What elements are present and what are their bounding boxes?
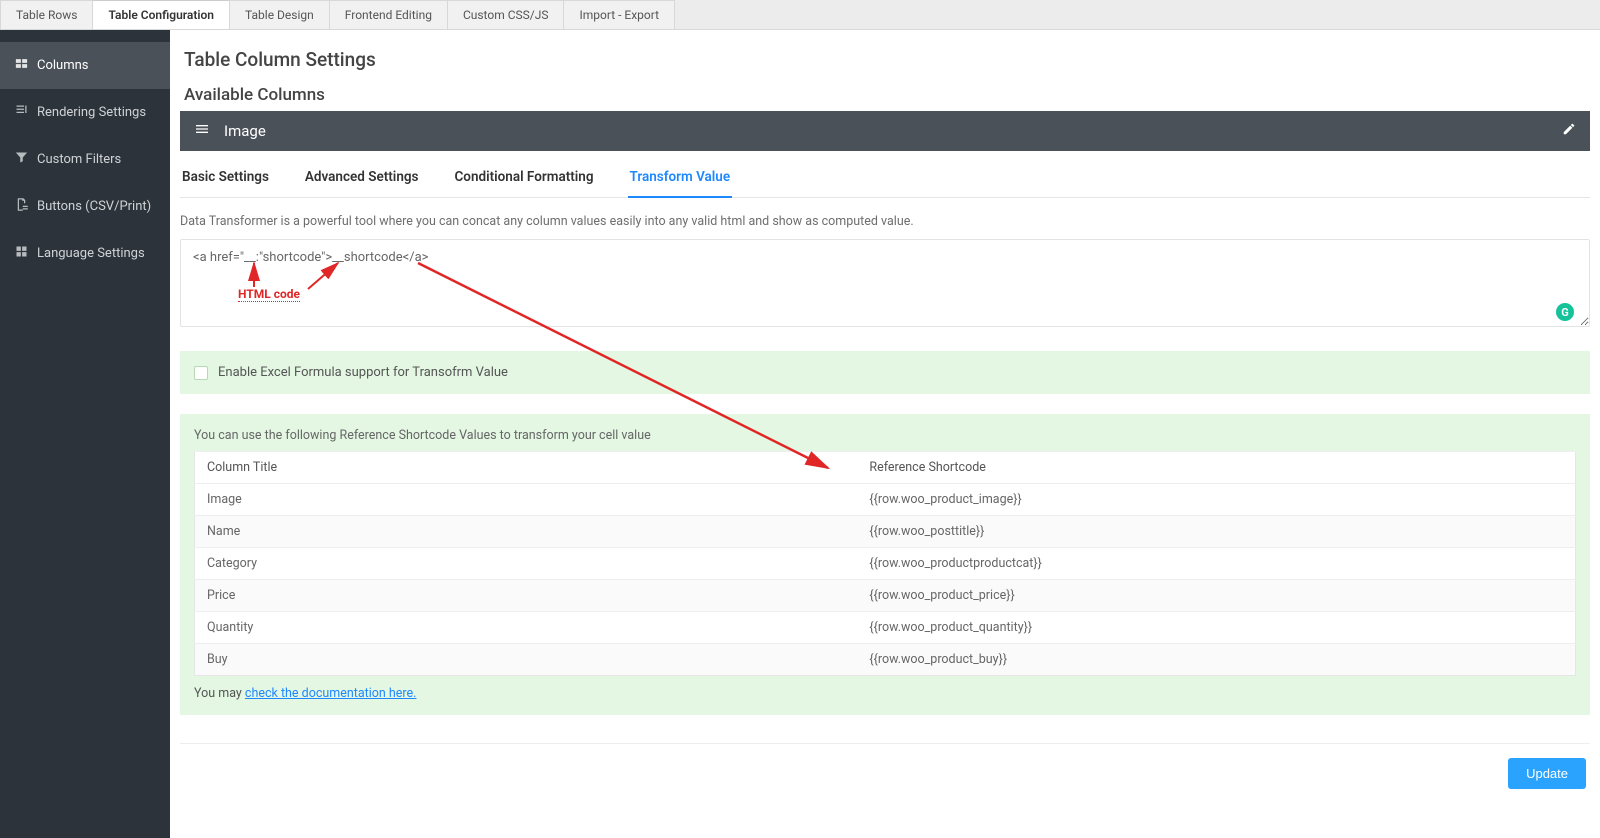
ref-row-code: {{row.woo_posttitle}} xyxy=(857,516,1575,548)
doc-prefix: You may xyxy=(194,686,245,701)
top-tabs: Table RowsTable ConfigurationTable Desig… xyxy=(0,0,1600,30)
rendering-settings-icon xyxy=(14,103,29,122)
tab-advanced-settings[interactable]: Advanced Settings xyxy=(303,169,421,197)
table-row: Price{{row.woo_product_price}} xyxy=(195,580,1576,612)
ref-row-code: {{row.woo_product_buy}} xyxy=(857,644,1575,676)
language-settings-icon xyxy=(14,244,29,263)
table-row: Category{{row.woo_productproductcat}} xyxy=(195,548,1576,580)
top-tab-import-export[interactable]: Import - Export xyxy=(563,0,675,29)
table-row: Buy{{row.woo_product_buy}} xyxy=(195,644,1576,676)
sidebar-item-label: Rendering Settings xyxy=(37,105,146,120)
top-tab-table-configuration[interactable]: Table Configuration xyxy=(92,0,230,29)
ref-row-code: {{row.woo_product_image}} xyxy=(857,484,1575,516)
top-tab-frontend-editing[interactable]: Frontend Editing xyxy=(329,0,448,29)
excel-formula-checkbox-row[interactable]: Enable Excel Formula support for Transof… xyxy=(194,365,1576,380)
ref-row-code: {{row.woo_product_price}} xyxy=(857,580,1575,612)
ref-th-code: Reference Shortcode xyxy=(857,452,1575,484)
layout: Columns Rendering Settings Custom Filters B… xyxy=(0,30,1600,838)
table-row: Quantity{{row.woo_product_quantity}} xyxy=(195,612,1576,644)
ref-row-title: Name xyxy=(195,516,858,548)
ref-row-title: Buy xyxy=(195,644,858,676)
sidebar-item-language-settings[interactable]: Language Settings xyxy=(0,230,170,277)
tab-basic-settings[interactable]: Basic Settings xyxy=(180,169,271,197)
sidebar-item-buttons-csv-print-[interactable]: Buttons (CSV/Print) xyxy=(0,183,170,230)
sidebar: Columns Rendering Settings Custom Filters B… xyxy=(0,30,170,838)
custom-filters-icon xyxy=(14,150,29,169)
transform-value-wrap: HTML code G xyxy=(180,239,1590,331)
reference-shortcode-panel: You can use the following Reference Shor… xyxy=(180,414,1590,715)
main-panel: Table Column Settings Available Columns … xyxy=(170,30,1600,838)
top-tab-table-rows[interactable]: Table Rows xyxy=(0,0,93,29)
sidebar-item-columns[interactable]: Columns xyxy=(0,42,170,89)
hamburger-icon[interactable] xyxy=(194,121,210,141)
column-header-bar[interactable]: Image xyxy=(180,111,1590,151)
reference-shortcode-table: Column Title Reference Shortcode Image{{… xyxy=(194,451,1576,676)
table-row: Name{{row.woo_posttitle}} xyxy=(195,516,1576,548)
top-tab-table-design[interactable]: Table Design xyxy=(229,0,330,29)
transform-helper-text: Data Transformer is a powerful tool wher… xyxy=(180,214,1590,229)
page-title: Table Column Settings xyxy=(184,48,1586,71)
checkbox-icon[interactable] xyxy=(194,366,208,380)
documentation-link[interactable]: check the documentation here. xyxy=(245,686,417,701)
ref-row-title: Image xyxy=(195,484,858,516)
column-sub-tabs: Basic Settings Advanced Settings Condition… xyxy=(180,151,1590,198)
pencil-icon[interactable] xyxy=(1562,122,1576,140)
update-button[interactable]: Update xyxy=(1508,758,1586,789)
documentation-line: You may check the documentation here. xyxy=(194,686,1576,701)
ref-row-title: Quantity xyxy=(195,612,858,644)
tab-conditional-formatting[interactable]: Conditional Formatting xyxy=(452,169,595,197)
ref-row-title: Price xyxy=(195,580,858,612)
table-row: Image{{row.woo_product_image}} xyxy=(195,484,1576,516)
footer-actions: Update xyxy=(180,743,1590,789)
ref-row-code: {{row.woo_productproductcat}} xyxy=(857,548,1575,580)
ref-row-code: {{row.woo_product_quantity}} xyxy=(857,612,1575,644)
reference-intro-text: You can use the following Reference Shor… xyxy=(194,428,1576,443)
transform-value-textarea[interactable] xyxy=(180,239,1590,327)
grammarly-icon[interactable]: G xyxy=(1556,303,1574,321)
sidebar-item-label: Buttons (CSV/Print) xyxy=(37,199,151,214)
sidebar-item-custom-filters[interactable]: Custom Filters xyxy=(0,136,170,183)
available-columns-heading: Available Columns xyxy=(184,85,1586,105)
buttons-csv-print--icon xyxy=(14,197,29,216)
column-header-title: Image xyxy=(224,122,266,140)
excel-formula-panel: Enable Excel Formula support for Transof… xyxy=(180,351,1590,394)
ref-row-title: Category xyxy=(195,548,858,580)
top-tab-custom-css-js[interactable]: Custom CSS/JS xyxy=(447,0,565,29)
sidebar-item-label: Custom Filters xyxy=(37,152,121,167)
sidebar-item-label: Language Settings xyxy=(37,246,145,261)
sidebar-item-label: Columns xyxy=(37,58,89,73)
excel-formula-checkbox-label: Enable Excel Formula support for Transof… xyxy=(218,365,508,380)
sidebar-item-rendering-settings[interactable]: Rendering Settings xyxy=(0,89,170,136)
columns-icon xyxy=(14,56,29,75)
tab-transform-value[interactable]: Transform Value xyxy=(628,169,733,197)
ref-th-title: Column Title xyxy=(195,452,858,484)
